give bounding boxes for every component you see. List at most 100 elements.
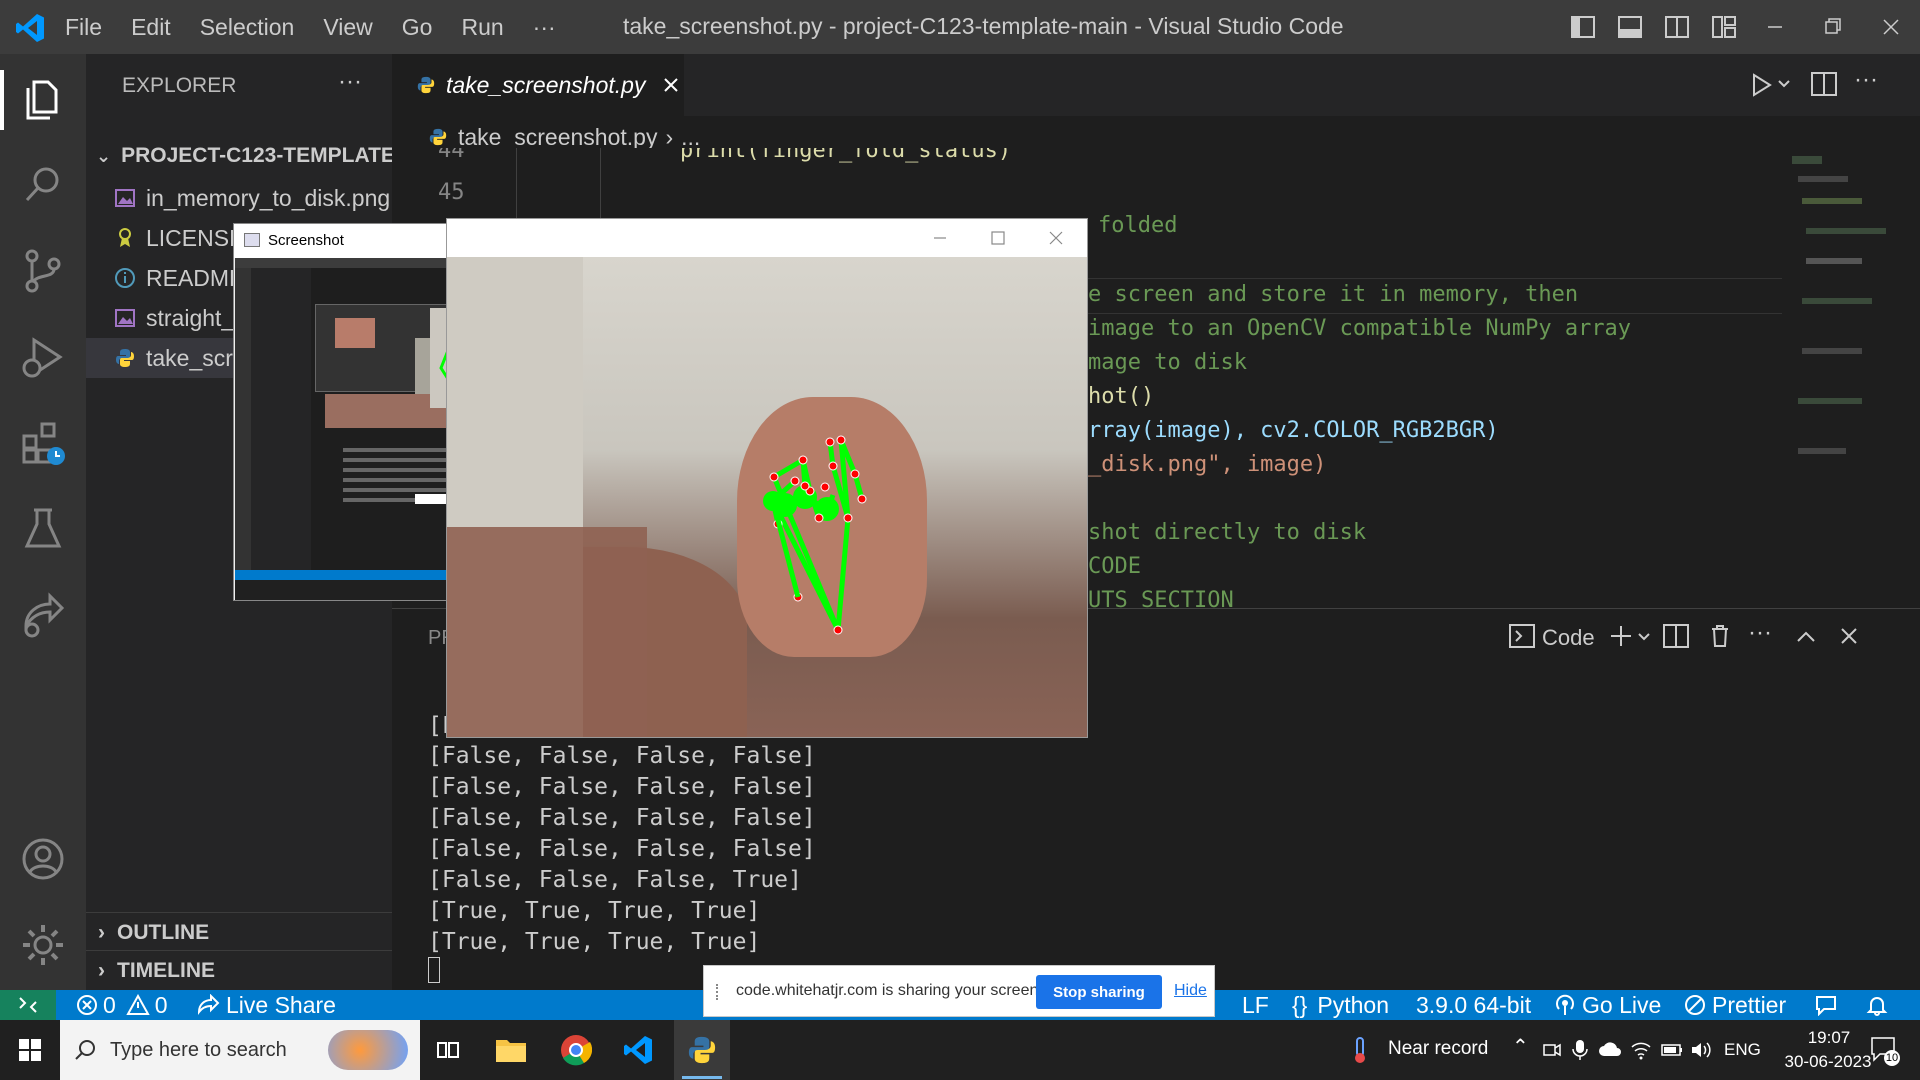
menu-more[interactable]: ··· (533, 14, 556, 41)
maximize-panel-chevron-up-icon[interactable] (1794, 625, 1818, 649)
menu-go[interactable]: Go (402, 14, 433, 41)
testing-flask-icon[interactable] (18, 504, 68, 554)
minimize-icon[interactable] (1762, 14, 1788, 40)
restore-icon[interactable] (1820, 14, 1846, 40)
go-live-button[interactable]: Go Live (1554, 990, 1661, 1020)
python-interpreter[interactable]: 3.9.0 64-bit (1416, 990, 1531, 1020)
code-line: e screen and store it in memory, then (1088, 282, 1579, 307)
python-file-icon (429, 128, 447, 146)
run-python-icon[interactable] (1748, 72, 1774, 98)
project-folder[interactable]: ⌄ PROJECT-C123-TEMPLATE... (86, 136, 392, 176)
eol-indicator[interactable]: LF (1242, 990, 1269, 1020)
prettier-check-icon (1685, 995, 1705, 1015)
timeline-label: TIMELINE (117, 958, 215, 982)
new-terminal-plus-icon[interactable] (1608, 623, 1634, 649)
customize-layout-icon[interactable] (1711, 14, 1737, 40)
breadcrumb-file[interactable]: take_screenshot.py (458, 124, 657, 151)
prettier-status[interactable]: Prettier (1684, 990, 1786, 1020)
wifi-icon[interactable] (1630, 1040, 1652, 1060)
cloud-icon[interactable] (1598, 1040, 1622, 1060)
menu-selection[interactable]: Selection (200, 14, 295, 41)
notification-count-badge: 10 (1884, 1050, 1900, 1066)
toggle-panel-icon[interactable] (1617, 14, 1643, 40)
file-explorer-icon[interactable] (494, 1034, 528, 1064)
toggle-secondary-sidebar-icon[interactable] (1664, 14, 1690, 40)
menu-run[interactable]: Run (461, 14, 503, 41)
hide-link[interactable]: Hide (1174, 982, 1207, 1000)
clock-date[interactable]: 30-06-2023 (1780, 1052, 1876, 1072)
search-icon[interactable] (18, 160, 68, 210)
menu-view[interactable]: View (323, 14, 372, 41)
editor-more-button[interactable]: ··· (1854, 66, 1878, 94)
clock-time[interactable]: 19:07 (1794, 1028, 1864, 1048)
terminal-cursor[interactable] (428, 957, 440, 983)
meet-now-icon[interactable] (1542, 1040, 1562, 1060)
breadcrumb-more[interactable]: ... (681, 124, 700, 151)
weather-label[interactable]: Near record (1388, 1038, 1488, 1060)
error-count: 0 (103, 991, 116, 1018)
windows-start-icon[interactable] (18, 1038, 42, 1062)
timeline-section[interactable]: › TIMELINE (86, 950, 392, 990)
close-tab-icon[interactable] (661, 75, 681, 95)
window-title: take_screenshot.py - project-C123-templa… (623, 13, 1344, 39)
tab-take-screenshot[interactable]: take_screenshot.py (392, 54, 684, 116)
manage-gear-icon[interactable] (18, 920, 68, 970)
code-line: rray(image), cv2.COLOR_RGB2BGR) (1088, 418, 1499, 443)
outline-section[interactable]: › OUTLINE (86, 912, 392, 952)
close-window-icon[interactable] (1878, 14, 1904, 40)
line-number: 45 (438, 180, 465, 205)
chevron-down-icon[interactable] (1776, 76, 1792, 92)
live-share-status[interactable]: Live Share (196, 990, 336, 1020)
terminal-line: [True, True, True, True] (428, 898, 761, 924)
problems-indicator[interactable]: 0 0 (76, 990, 168, 1020)
accounts-icon[interactable] (18, 834, 68, 884)
drag-handle[interactable] (716, 984, 718, 1000)
minimize-icon[interactable] (931, 229, 949, 247)
close-panel-icon[interactable] (1838, 625, 1860, 647)
remote-icon (19, 997, 37, 1013)
microphone-icon[interactable] (1570, 1038, 1590, 1062)
split-editor-icon[interactable] (1810, 71, 1838, 97)
maximize-icon[interactable] (989, 229, 1007, 247)
explorer-header: EXPLORER (122, 74, 237, 97)
chevron-down-icon[interactable] (1636, 629, 1652, 645)
remote-indicator[interactable] (0, 990, 56, 1020)
line-number: 44 (438, 148, 465, 163)
python-file-icon (417, 76, 435, 94)
menu-edit[interactable]: Edit (131, 14, 171, 41)
menu-file[interactable]: File (65, 14, 102, 41)
feedback-icon[interactable] (1814, 994, 1838, 1016)
notifications-bell-icon[interactable] (1866, 994, 1888, 1016)
source-control-icon[interactable] (18, 246, 68, 296)
activity-bar (0, 54, 86, 990)
close-window-icon[interactable] (1047, 229, 1065, 247)
stop-sharing-button[interactable]: Stop sharing (1036, 975, 1162, 1009)
run-debug-icon[interactable] (18, 332, 68, 382)
code-line: hot() (1088, 384, 1155, 409)
toggle-primary-sidebar-icon[interactable] (1570, 14, 1596, 40)
code-line: print(finger_fold_status) (680, 148, 1012, 163)
camera-feed-window[interactable] (446, 218, 1088, 738)
file-item[interactable]: in_memory_to_disk.png (86, 178, 392, 218)
task-view-icon[interactable] (436, 1038, 460, 1062)
terminal-line: [False, False, False, False] (428, 836, 816, 862)
explorer-more-button[interactable]: ··· (338, 68, 362, 96)
vscode-taskbar-icon[interactable] (622, 1034, 654, 1066)
python-app-taskbar-button[interactable] (674, 1020, 730, 1080)
split-terminal-icon[interactable] (1662, 623, 1690, 649)
live-share-icon[interactable] (18, 590, 68, 640)
show-hidden-icons-chevron-up-icon[interactable]: ⌃ (1512, 1034, 1529, 1059)
volume-icon[interactable] (1690, 1040, 1712, 1060)
taskbar-search-box[interactable]: Type here to search (60, 1020, 420, 1080)
explorer-files-icon[interactable] (18, 74, 68, 124)
search-placeholder: Type here to search (110, 1038, 287, 1061)
kill-terminal-trash-icon[interactable] (1708, 623, 1732, 649)
minimap[interactable] (1782, 148, 1920, 608)
extensions-icon[interactable] (18, 418, 68, 468)
panel-more-button[interactable]: ··· (1748, 619, 1772, 647)
language-mode[interactable]: {​} Python (1292, 990, 1389, 1020)
battery-icon[interactable] (1660, 1040, 1684, 1060)
chrome-icon[interactable] (560, 1034, 592, 1066)
terminal-profile-label[interactable]: Code (1542, 625, 1595, 651)
input-language-label[interactable]: ENG (1724, 1040, 1761, 1060)
